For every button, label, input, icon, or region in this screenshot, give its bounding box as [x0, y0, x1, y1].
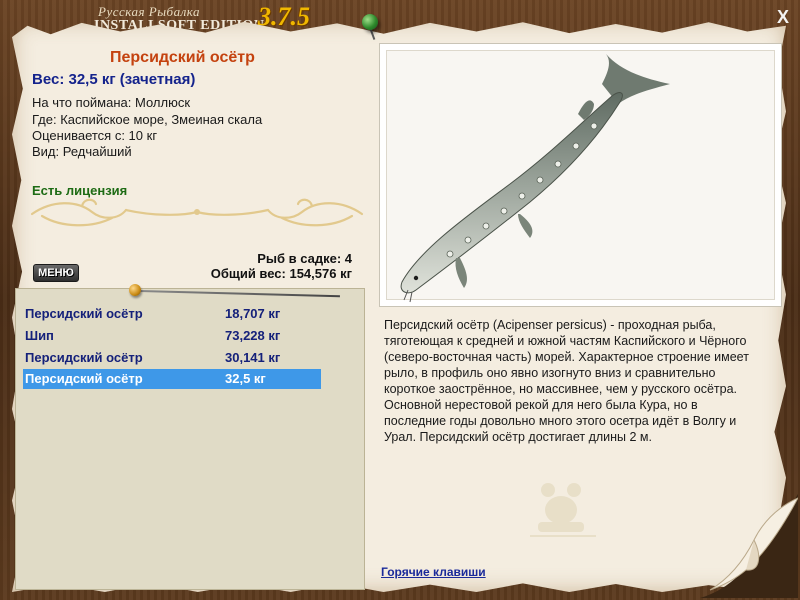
ornament-divider-icon [30, 198, 364, 227]
catch-name: Персидский осётр [25, 350, 143, 365]
page-curl-icon [700, 494, 798, 598]
catch-list-panel: Персидский осётр 18,707 кг Шип 73,228 кг… [15, 288, 365, 590]
catch-row[interactable]: Персидский осётр 30,141 кг [23, 348, 321, 368]
catch-name: Персидский осётр [25, 371, 143, 386]
catch-row[interactable]: Шип 73,228 кг [23, 326, 321, 346]
catch-weight: 18,707 кг [225, 306, 281, 321]
fisherman-watermark-icon [530, 483, 596, 537]
close-button[interactable]: X [772, 6, 794, 28]
catch-name: Персидский осётр [25, 306, 143, 321]
fish-description: Персидский осётр (Acipenser persicus) - … [384, 318, 749, 444]
catch-name: Шип [25, 328, 54, 343]
location-info: Где: Каспийское море, Змеиная скала [32, 112, 263, 127]
hotkeys-link[interactable]: Горячие клавиши [381, 565, 486, 579]
rated-from-info: Оценивается с: 10 кг [32, 128, 158, 143]
keepnet-count: Рыб в садке: 4 [257, 251, 352, 266]
catch-row-selected[interactable]: Персидский осётр 32,5 кг [23, 369, 321, 389]
bait-info: На что поймана: Моллюск [32, 95, 191, 110]
menu-button[interactable]: МЕНЮ [33, 264, 79, 282]
catch-weight: 73,228 кг [225, 328, 281, 343]
green-pin-icon [362, 14, 378, 30]
catch-row[interactable]: Персидский осётр 18,707 кг [23, 304, 321, 324]
fish-title: Персидский осётр [110, 49, 255, 66]
sturgeon-icon [400, 54, 670, 303]
fish-picture-frame [379, 43, 782, 307]
rarity-info: Вид: Редчайший [32, 144, 132, 159]
fish-weight: Вес: 32,5 кг (зачетная) [32, 71, 196, 88]
catch-weight: 30,141 кг [225, 350, 281, 365]
keepnet-total-weight: Общий вес: 154,576 кг [210, 266, 352, 281]
catch-weight: 32,5 кг [225, 371, 266, 386]
bobber-icon [129, 284, 141, 296]
